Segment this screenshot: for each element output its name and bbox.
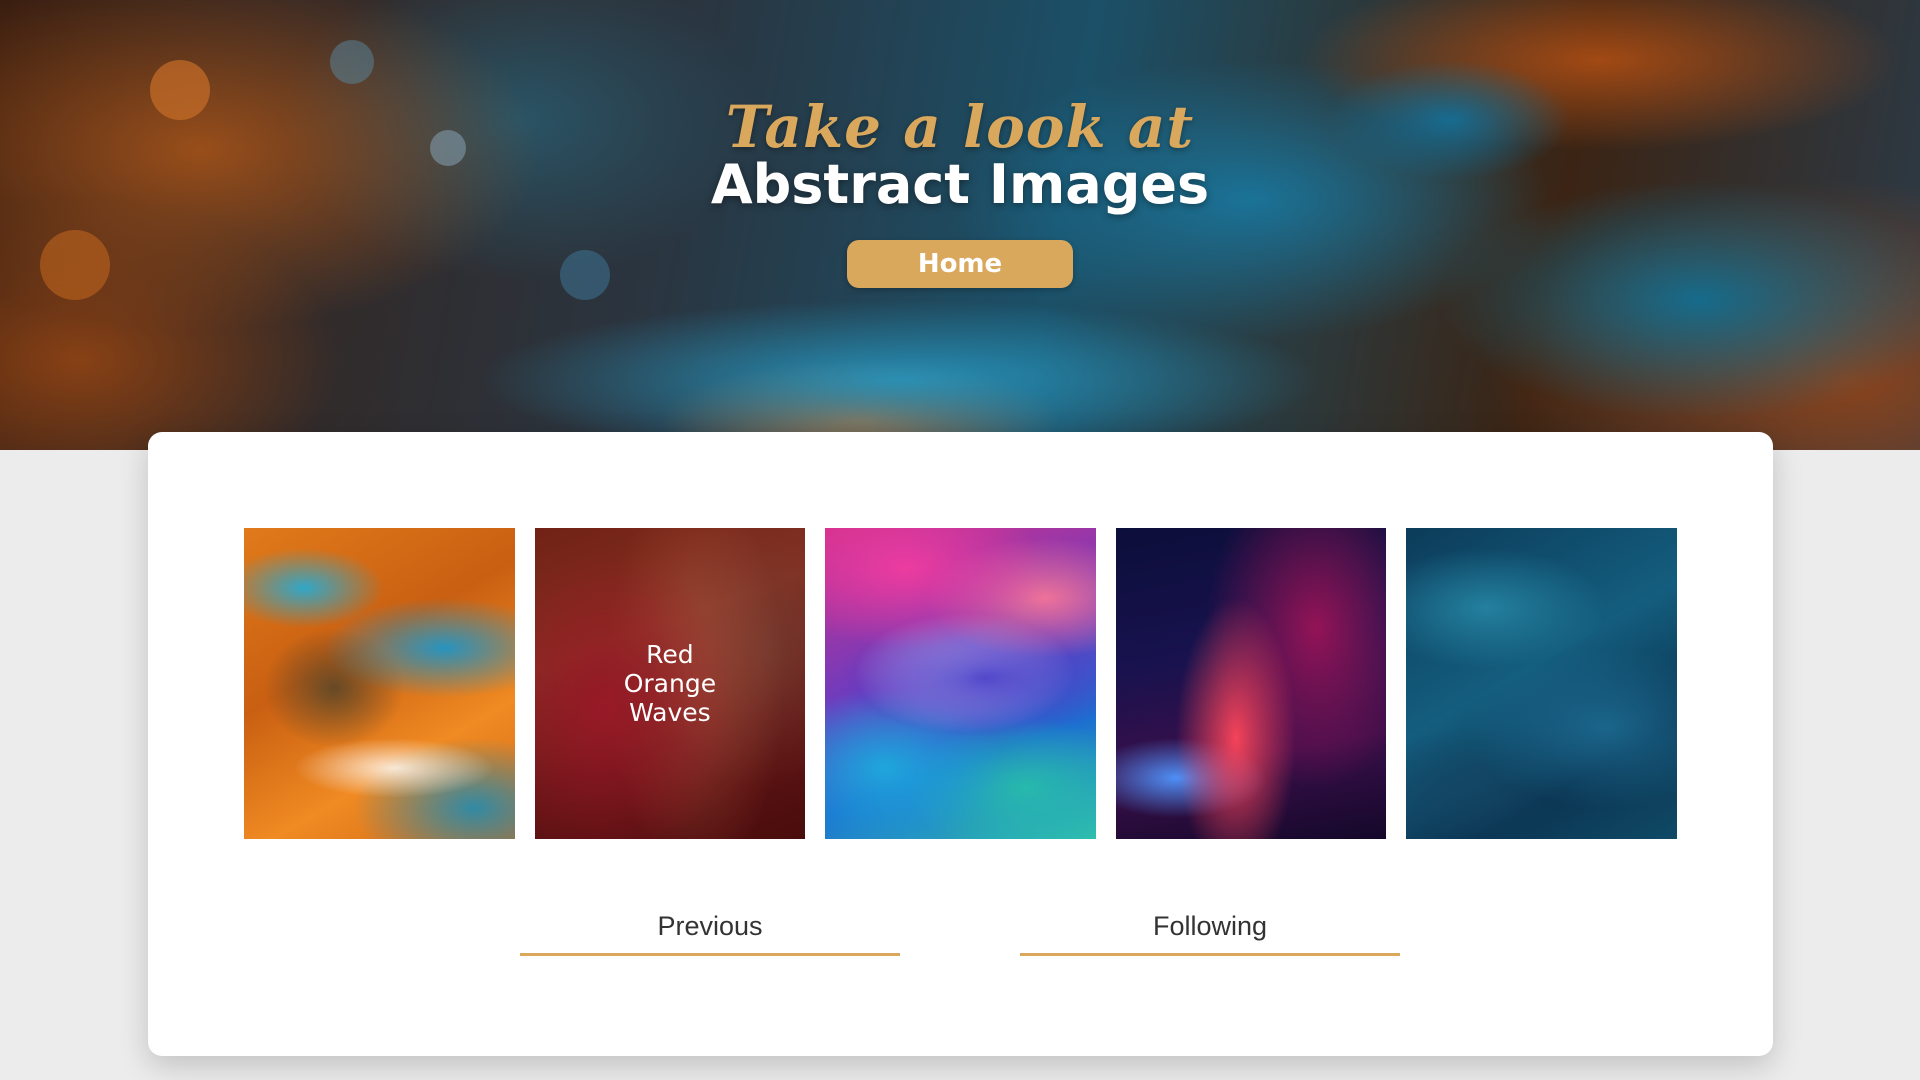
gallery-image-blue-texture[interactable] — [1406, 528, 1677, 839]
hero-texture-dot — [330, 40, 374, 84]
previous-label: Previous — [657, 911, 763, 941]
hero-main-title: Abstract Images — [710, 153, 1210, 216]
following-label: Following — [1152, 911, 1268, 941]
following-underline — [1020, 953, 1400, 956]
image-caption-line: Waves — [629, 698, 711, 727]
hero-script-title: Take a look at — [725, 93, 1195, 161]
hero-heading-group: Take a look at Abstract Images Home — [0, 96, 1920, 288]
following-link[interactable]: Following — [1020, 908, 1400, 956]
hero-banner: Take a look at Abstract Images Home — [0, 0, 1920, 450]
previous-link[interactable]: Previous — [520, 908, 900, 956]
image-caption-line: Orange — [623, 669, 717, 698]
gallery-image-neon-light[interactable] — [1115, 528, 1387, 839]
previous-underline — [520, 953, 900, 956]
gallery-image-orange-blue[interactable] — [244, 528, 515, 839]
image-caption: Red Orange Waves — [535, 640, 806, 727]
gallery-card: Red Orange Waves Previous Following — [148, 432, 1773, 1056]
gallery-image-red-orange-waves[interactable]: Red Orange Waves — [534, 528, 806, 839]
gallery-image-pink-blue[interactable] — [825, 528, 1096, 839]
image-caption-line: Red — [646, 640, 694, 669]
home-button[interactable]: Home — [847, 240, 1073, 288]
image-gallery: Red Orange Waves — [244, 528, 1677, 839]
